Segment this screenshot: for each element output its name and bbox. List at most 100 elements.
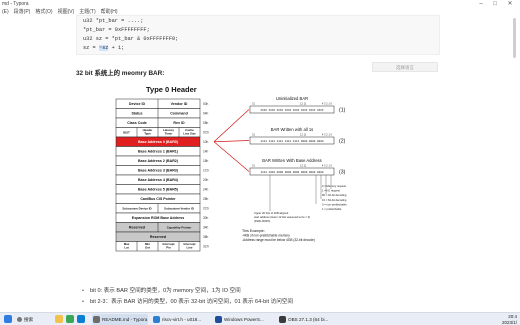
menu-paragraph[interactable]: 段落(P) — [14, 8, 31, 16]
bar-step-marker: (1) — [339, 108, 346, 114]
scrollbar[interactable] — [513, 18, 516, 58]
taskbar-app-label: Windows PowerS... — [224, 317, 264, 322]
bar-value: 1111 1001 0000 0000 0000 0000 0000 0000 — [261, 171, 324, 174]
taskbar-app-label: riscv-virt.h - u018... — [162, 317, 202, 322]
taskbar-app-label: README.md - Typora — [102, 317, 148, 322]
register-field-label: Capability Pointer — [167, 226, 192, 230]
minimize-button[interactable]: – — [476, 0, 486, 8]
register-field-label: Base Address 0 (BAR0) — [138, 140, 179, 144]
language-select[interactable]: 选择语言 — [372, 62, 438, 72]
bit-label: 31 — [252, 164, 255, 168]
register-field-label: Lat — [124, 245, 128, 249]
register-offset: 28h — [203, 197, 209, 201]
register-field-label: Subsystem Vendor ID — [164, 207, 194, 211]
register-offset: 3Ch — [203, 244, 209, 248]
chrome-icon[interactable] — [66, 315, 74, 323]
diagram-canvas: Type 0 Header Device ID Vendor ID 00h Status… — [115, 85, 347, 252]
bar-arrow — [213, 141, 250, 172]
register-offset: 14h — [203, 149, 209, 153]
register-offset: 18h — [203, 159, 209, 163]
register-offset: 10h — [203, 140, 209, 144]
window-title: md - Typora — [2, 1, 29, 7]
diagram-title: Type 0 Header — [146, 85, 197, 94]
app-icon — [93, 316, 100, 323]
menu-format[interactable]: 格式(O) — [35, 8, 52, 16]
close-button[interactable]: ✕ — [505, 0, 515, 8]
register-offset: 34h — [203, 225, 209, 229]
field-note: 00 = 32-bit decoding — [322, 193, 347, 197]
example-note: -Address range must be below 4GB (32-bit… — [242, 238, 315, 242]
list-item: bit 0: 表示 BAR 空间的类型，0为 memory 空间，1为 IO 空… — [80, 286, 510, 297]
register-field-label: Base Address 5 (BAR5) — [138, 188, 179, 192]
address-note: start address (lower 12 bits assumed to … — [254, 215, 310, 219]
bit-label: 12 11 — [300, 133, 307, 137]
register-field-label: Command — [170, 112, 188, 116]
field-note: 0 = non-prefetchable — [322, 202, 347, 206]
register-offset: 2Ch — [203, 206, 209, 210]
taskbar-app[interactable]: Windows PowerS... — [214, 314, 274, 325]
bullet-list: bit 0: 表示 BAR 空间的类型，0为 memory 空间，1为 IO 空… — [80, 286, 510, 308]
section-heading: 32 bit 系统上的 meomry BAR: — [76, 70, 165, 77]
register-offset: 04h — [203, 111, 209, 115]
bar-block-title: Uninitialized BAR — [276, 96, 308, 101]
register-field-label: Rev ID — [173, 121, 185, 125]
code-line: sz = ~sz + 1; — [83, 45, 125, 51]
edge-icon[interactable] — [77, 315, 85, 323]
search-box[interactable]: 搜索 — [16, 314, 50, 325]
field-note: 1 = I/O request — [322, 189, 340, 193]
example-note: -4KB of non-prefetchable memory — [242, 234, 290, 238]
menu-edit[interactable]: (E) — [2, 8, 9, 16]
bar-value: XXXX XXXX XXXX XXXX XXXX XXXX XXXX XXXX — [261, 109, 324, 112]
register-offset: 24h — [203, 187, 209, 191]
register-field-label: Base Address 4 (BAR4) — [138, 178, 179, 182]
register-field-label: Base Address 3 (BAR3) — [138, 169, 179, 173]
register-field-label: Line — [187, 245, 193, 249]
taskbar-app[interactable]: OBS 27.1.3 (64 bi... — [278, 314, 340, 325]
register-field-label: Device ID — [129, 102, 146, 106]
title-bar: md - Typora – □ ✕ — [0, 0, 520, 8]
start-icon[interactable] — [4, 315, 12, 323]
app-icon — [153, 316, 160, 323]
register-field-label: Pin — [166, 245, 171, 249]
file-explorer-icon[interactable] — [55, 315, 63, 323]
register-field-label: Reserved — [129, 226, 145, 230]
register-field-label: Status — [132, 112, 143, 116]
maximize-button[interactable]: □ — [490, 0, 500, 8]
taskbar-app-label: OBS 27.1.3 (64 bi... — [288, 317, 329, 322]
register-offset: 00h — [203, 102, 209, 106]
bit-label: 12 11 — [300, 164, 307, 168]
register-field-label: Subsystem Device ID — [122, 207, 151, 211]
code-block[interactable]: u32 *pt_bar = ....; *pt_bar = 0xFFFFFFFF… — [76, 15, 440, 55]
register-offset: 08h — [203, 121, 209, 125]
register-field-label: Reserved — [150, 235, 166, 239]
register-field-label: BIST — [123, 131, 130, 135]
field-note: 1 = prefetchable — [322, 207, 342, 211]
code-line: u32 sz = *pt_bar & 0xFFFFFFF0; — [83, 36, 179, 42]
bar-block-title: BAR Written with all 1s — [271, 127, 314, 132]
register-field-label: Class Code — [127, 121, 147, 125]
code-line: *pt_bar = 0xFFFFFFFF; — [83, 27, 150, 33]
register-field-label: Line Size — [183, 131, 196, 135]
register-offset: 1Ch — [203, 168, 209, 172]
app-icon — [279, 316, 286, 323]
menu-view[interactable]: 视图(V) — [58, 8, 75, 16]
app-icon — [215, 316, 222, 323]
taskbar-app[interactable]: README.md - Typora — [92, 314, 148, 325]
bar-step-marker: (3) — [339, 170, 346, 176]
register-field-label: CardBus CIS Pointer — [140, 197, 176, 201]
bit-label: 4 3 2 1 0 — [322, 102, 333, 106]
system-clock[interactable]: 20:4 2023/1/ — [502, 314, 517, 325]
register-offset: 20h — [203, 178, 209, 182]
field-note: 10 = 64-bit decoding — [322, 198, 347, 202]
register-field-label: Type — [144, 131, 151, 135]
search-icon — [17, 317, 22, 322]
register-field-label: Base Address 1 (BAR1) — [138, 150, 179, 154]
bit-label: 4 3 2 1 0 — [322, 164, 333, 168]
pci-header-diagram: Type 0 Header Device ID Vendor ID 00h Status… — [110, 84, 360, 260]
code-line: u32 *pt_bar = ....; — [83, 18, 144, 24]
bar-arrow — [213, 109, 250, 143]
taskbar: 搜索 README.md - Typora riscv-virt.h - u018… — [0, 312, 520, 325]
bit-label: 31 — [252, 102, 255, 106]
taskbar-app[interactable]: riscv-virt.h - u018... — [152, 314, 210, 325]
register-field-label: Expansion ROM Base Address — [132, 216, 184, 220]
